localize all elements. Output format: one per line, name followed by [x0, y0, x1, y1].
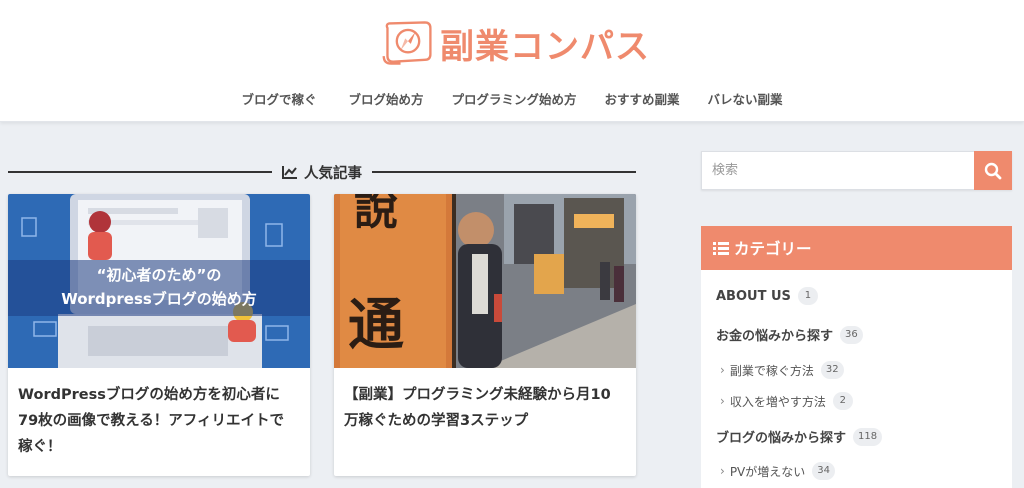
nav-item-recommended-side-jobs[interactable]: おすすめ副業 — [591, 88, 694, 112]
article-card[interactable]: 說 通 【副業】プログラミング未経験から月10万稼ぐための学習3ステップ — [334, 194, 636, 476]
divider — [372, 171, 636, 173]
category-item-side-job-earn[interactable]: › 副業で稼ぐ方法 32 — [720, 361, 844, 379]
category-label: 副業で稼ぐ方法 — [729, 363, 814, 378]
category-label: ブログの悩みから探す — [716, 431, 847, 446]
category-widget-header: カテゴリー — [701, 226, 1012, 270]
category-count-badge: 32 — [820, 361, 844, 379]
logo-compass-icon — [382, 21, 432, 65]
global-nav: ブログで稼ぐ ブログ始め方 プログラミング始め方 おすすめ副業 バレない副業 — [0, 88, 1024, 112]
svg-text:說: 說 — [354, 194, 398, 235]
trend-chart-icon — [282, 166, 297, 179]
category-count-badge: 1 — [797, 287, 818, 305]
category-widget: カテゴリー ABOUT US 1 お金の悩みから探す 36 › 副業で稼ぐ方法 … — [701, 226, 1012, 488]
thumbnail-photo: 說 通 — [334, 194, 636, 368]
article-title[interactable]: 【副業】プログラミング未経験から月10万稼ぐための学習3ステップ — [334, 368, 636, 434]
category-label: ABOUT US — [716, 288, 791, 304]
list-icon — [713, 242, 729, 255]
site-name: 副業コンパス — [440, 26, 650, 67]
category-item-money-worries[interactable]: お金の悩みから探す 36 — [716, 325, 863, 344]
category-item-pv-not-growing[interactable]: › PVが増えない 34 — [720, 462, 835, 480]
category-item-increase-income[interactable]: › 収入を増やす方法 2 — [720, 392, 853, 410]
category-label: PVが増えない — [729, 464, 806, 479]
category-label: 収入を増やす方法 — [729, 394, 826, 409]
site-header: 副業コンパス ブログで稼ぐ ブログ始め方 プログラミング始め方 おすすめ副業 バ… — [0, 0, 1024, 122]
search-input[interactable] — [701, 151, 974, 190]
section-title-wrap: 人気記事 — [272, 162, 372, 183]
nav-item-blog-earn[interactable]: ブログで稼ぐ — [227, 88, 330, 112]
article-thumbnail: “初心者のため”の Wordpressブログの始め方 — [8, 194, 310, 368]
popular-posts-heading: 人気記事 — [8, 160, 636, 184]
nav-item-secret-side-jobs[interactable]: バレない副業 — [694, 88, 797, 112]
thumbnail-caption-line1: “初心者のため”の — [96, 266, 222, 284]
chevron-right-icon: › — [720, 464, 725, 478]
svg-text:通: 通 — [348, 292, 404, 358]
category-count-badge: 2 — [832, 392, 853, 410]
divider — [8, 171, 272, 173]
article-thumbnail: 說 通 — [334, 194, 636, 368]
category-count-badge: 118 — [853, 427, 883, 446]
nav-item-programming-start[interactable]: プログラミング始め方 — [437, 88, 590, 112]
category-item-about-us[interactable]: ABOUT US 1 — [716, 287, 818, 305]
category-count-badge: 34 — [812, 462, 835, 480]
section-title: 人気記事 — [304, 165, 362, 182]
site-logo[interactable]: 副業コンパス — [380, 14, 650, 72]
category-item-blog-worries[interactable]: ブログの悩みから探す 118 — [716, 427, 883, 446]
nav-item-blog-start[interactable]: ブログ始め方 — [334, 88, 437, 112]
search-icon — [984, 162, 1002, 179]
article-card[interactable]: “初心者のため”の Wordpressブログの始め方 WordPressブログの… — [8, 194, 310, 476]
search-button[interactable] — [974, 151, 1012, 190]
thumbnail-caption-line2: Wordpressブログの始め方 — [61, 290, 257, 308]
chevron-right-icon: › — [720, 363, 725, 377]
search-form — [701, 151, 1012, 190]
category-widget-title: カテゴリー — [734, 240, 812, 258]
category-count-badge: 36 — [840, 325, 863, 344]
category-label: お金の悩みから探す — [716, 329, 834, 344]
chevron-right-icon: › — [720, 394, 725, 408]
article-title[interactable]: WordPressブログの始め方を初心者に79枚の画像で教える！アフィリエイトで… — [8, 368, 310, 460]
